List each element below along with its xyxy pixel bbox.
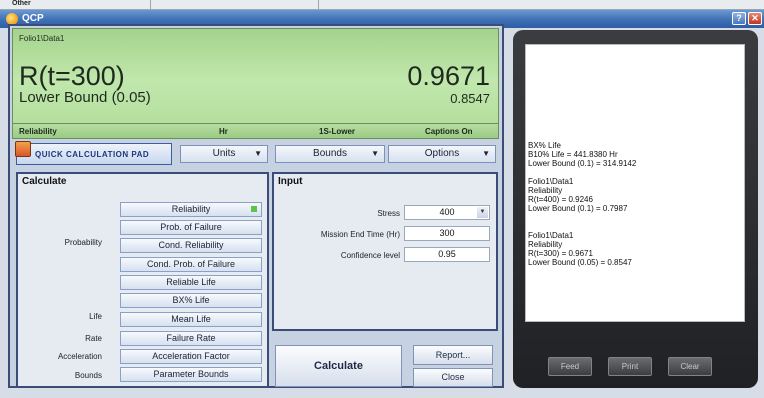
column-divider: [150, 0, 151, 10]
bounds-dropdown-label: Bounds: [313, 148, 347, 159]
input-panel: Input Stress 400 ▼ Mission End Time (Hr)…: [272, 172, 498, 331]
chevron-down-icon: ▼: [254, 149, 262, 158]
result-value: 0.9671: [407, 61, 490, 91]
options-dropdown-label: Options: [424, 148, 460, 159]
stress-field[interactable]: 400 ▼: [404, 205, 490, 220]
mission-end-time-field[interactable]: 300: [404, 226, 490, 241]
close-button[interactable]: Close: [413, 368, 493, 387]
calculator-pad-icon: [15, 141, 31, 157]
printout-line: R(t=400) = 0.9246: [528, 195, 593, 204]
quick-calculation-pad-button[interactable]: QUICK CALCULATION PAD: [15, 141, 172, 165]
stress-label: Stress: [377, 209, 400, 218]
calculate-panel: Calculate Probability Life Rate Accelera…: [16, 172, 269, 388]
bx-life-button[interactable]: BX% Life: [120, 293, 262, 308]
units-dropdown[interactable]: Units ▼: [180, 145, 268, 163]
cond-reliability-button[interactable]: Cond. Reliability: [120, 238, 262, 253]
confidence-level-label: Confidence level: [340, 251, 400, 260]
display-status-bar: Reliability Hr 1S-Lower Captions On: [12, 124, 499, 139]
printout-line: Folio1\Data1: [528, 177, 574, 186]
printout-line: Reliability: [528, 186, 563, 195]
lower-bound-value: 0.8547: [450, 91, 490, 106]
printout-paper: BX% Life B10% Life = 441.8380 Hr Lower B…: [525, 44, 745, 322]
printout-line: BX% Life: [528, 141, 561, 150]
result-label: R(t=300): [19, 61, 125, 91]
chevron-down-icon: ▼: [371, 149, 379, 158]
calculate-button[interactable]: Calculate: [275, 345, 402, 387]
bounds-dropdown[interactable]: Bounds ▼: [275, 145, 385, 163]
category-acceleration: Acceleration: [57, 352, 102, 361]
units-dropdown-label: Units: [212, 148, 236, 159]
input-panel-title: Input: [278, 176, 303, 187]
toolbar: QUICK CALCULATION PAD Units ▼ Bounds ▼ O…: [12, 141, 499, 169]
category-probability: Probability: [64, 238, 102, 247]
status-bounds: 1S-Lower: [319, 127, 356, 136]
confidence-level-field[interactable]: 0.95: [404, 247, 490, 262]
reliability-button[interactable]: Reliability: [120, 202, 262, 217]
prob-of-failure-button[interactable]: Prob. of Failure: [120, 220, 262, 235]
report-button[interactable]: Report...: [413, 345, 493, 365]
category-bounds: Bounds: [74, 371, 102, 380]
status-captions: Captions On: [425, 127, 473, 136]
result-display: Folio1\Data1 R(t=300) 0.9671 Lower Bound…: [12, 28, 499, 124]
quick-calculation-pad-label: QUICK CALCULATION PAD: [35, 150, 150, 159]
window-title: QCP: [22, 13, 44, 24]
close-window-button[interactable]: ✕: [748, 12, 762, 25]
failure-rate-button[interactable]: Failure Rate: [120, 331, 262, 346]
clear-button[interactable]: Clear: [668, 357, 712, 376]
column-divider: [318, 0, 319, 10]
help-button[interactable]: ?: [732, 12, 746, 25]
status-metric: Reliability: [19, 127, 57, 136]
reliability-button-label: Reliability: [171, 204, 211, 214]
category-life: Life: [89, 312, 102, 321]
printout-line: Lower Bound (0.05) = 0.8547: [528, 258, 632, 267]
print-button[interactable]: Print: [608, 357, 652, 376]
selected-indicator-icon: [251, 206, 257, 212]
mean-life-button[interactable]: Mean Life: [120, 312, 262, 327]
background-category-label: Other: [12, 0, 31, 7]
printout-line: B10% Life = 441.8380 Hr: [528, 150, 618, 159]
printout-line: Reliability: [528, 240, 563, 249]
acceleration-factor-button[interactable]: Acceleration Factor: [120, 349, 262, 364]
lower-bound-label: Lower Bound (0.05): [19, 89, 151, 106]
printout-line: Lower Bound (0.1) = 0.7987: [528, 204, 628, 213]
stress-value: 400: [439, 207, 455, 217]
background-window-strip: Other: [0, 0, 764, 10]
feed-button[interactable]: Feed: [548, 357, 592, 376]
chevron-down-icon: ▼: [482, 149, 490, 158]
category-rate: Rate: [85, 334, 102, 343]
chevron-down-icon[interactable]: ▼: [477, 207, 488, 218]
options-dropdown[interactable]: Options ▼: [388, 145, 496, 163]
folio-label: Folio1\Data1: [19, 34, 65, 43]
parameter-bounds-button[interactable]: Parameter Bounds: [120, 367, 262, 382]
calculate-panel-title: Calculate: [22, 176, 67, 187]
cond-prob-of-failure-button[interactable]: Cond. Prob. of Failure: [120, 257, 262, 272]
status-units: Hr: [219, 127, 228, 136]
reliable-life-button[interactable]: Reliable Life: [120, 275, 262, 290]
mission-end-time-label: Mission End Time (Hr): [320, 230, 400, 239]
printout-line: Folio1\Data1: [528, 231, 574, 240]
printout-line: Lower Bound (0.1) = 314.9142: [528, 159, 637, 168]
printout-line: R(t=300) = 0.9671: [528, 249, 593, 258]
